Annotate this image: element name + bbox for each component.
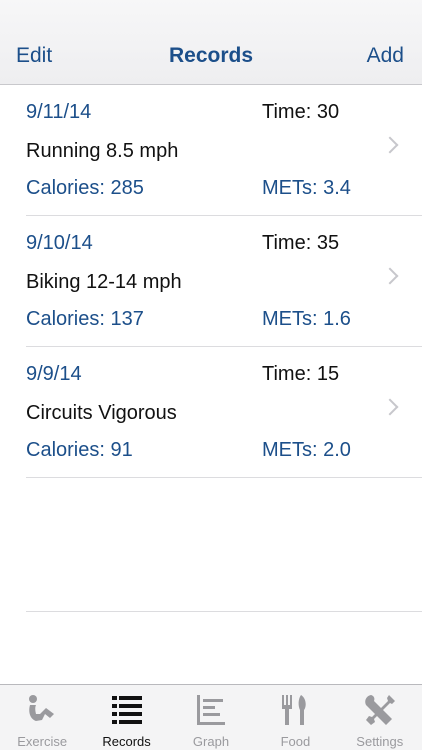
record-calories: Calories: 91 [26, 439, 133, 461]
add-button[interactable]: Add [367, 44, 404, 68]
record-time: Time: 35 [262, 232, 340, 254]
chevron-right-icon [381, 267, 399, 285]
fork-knife-icon [282, 695, 307, 725]
navigation-bar: Edit Records Add [0, 0, 422, 85]
record-date: 9/10/14 [26, 232, 93, 254]
list-icon [111, 696, 142, 724]
record-row[interactable]: 9/9/14 Time: 15 Circuits Vigorous Calori… [26, 347, 422, 478]
tab-settings-label: Settings [356, 734, 404, 749]
record-activity: Circuits Vigorous [26, 402, 177, 424]
record-date: 9/11/14 [26, 101, 92, 123]
record-time: Time: 15 [262, 363, 340, 385]
wrench-screwdriver-icon [365, 695, 395, 725]
tab-records-label: Records [102, 734, 151, 749]
tab-exercise[interactable]: Exercise [0, 685, 84, 751]
tab-settings[interactable]: Settings [338, 685, 422, 751]
record-calories: Calories: 285 [26, 177, 144, 199]
record-row[interactable]: 9/11/14 Time: 30 Running 8.5 mph Calorie… [26, 85, 422, 216]
page-title: Records [168, 44, 254, 67]
tab-exercise-label: Exercise [17, 734, 68, 749]
record-calories: Calories: 137 [26, 308, 144, 330]
tab-graph-label: Graph [192, 734, 230, 749]
record-date: 9/9/14 [26, 363, 82, 385]
tab-food-label: Food [280, 734, 311, 749]
chevron-right-icon [381, 136, 399, 154]
graph-icon [196, 695, 225, 725]
record-mets: METs: 2.0 [262, 439, 351, 461]
record-activity: Running 8.5 mph [26, 140, 179, 162]
record-row[interactable]: 9/10/14 Time: 35 Biking 12-14 mph Calori… [26, 216, 422, 347]
tab-graph[interactable]: Graph [169, 685, 253, 751]
records-list: 9/11/14 Time: 30 Running 8.5 mph Calorie… [0, 85, 422, 478]
tab-food[interactable]: Food [253, 685, 337, 751]
record-activity: Biking 12-14 mph [26, 271, 182, 293]
divider [26, 611, 422, 612]
record-mets: METs: 1.6 [262, 308, 351, 330]
tab-records[interactable]: Records [84, 685, 168, 751]
record-time: Time: 30 [262, 101, 340, 123]
chevron-right-icon [381, 398, 399, 416]
tab-bar: Exercise Records Graph Food Settings [0, 684, 422, 750]
record-mets: METs: 3.4 [262, 177, 351, 199]
exercise-icon [29, 695, 55, 721]
